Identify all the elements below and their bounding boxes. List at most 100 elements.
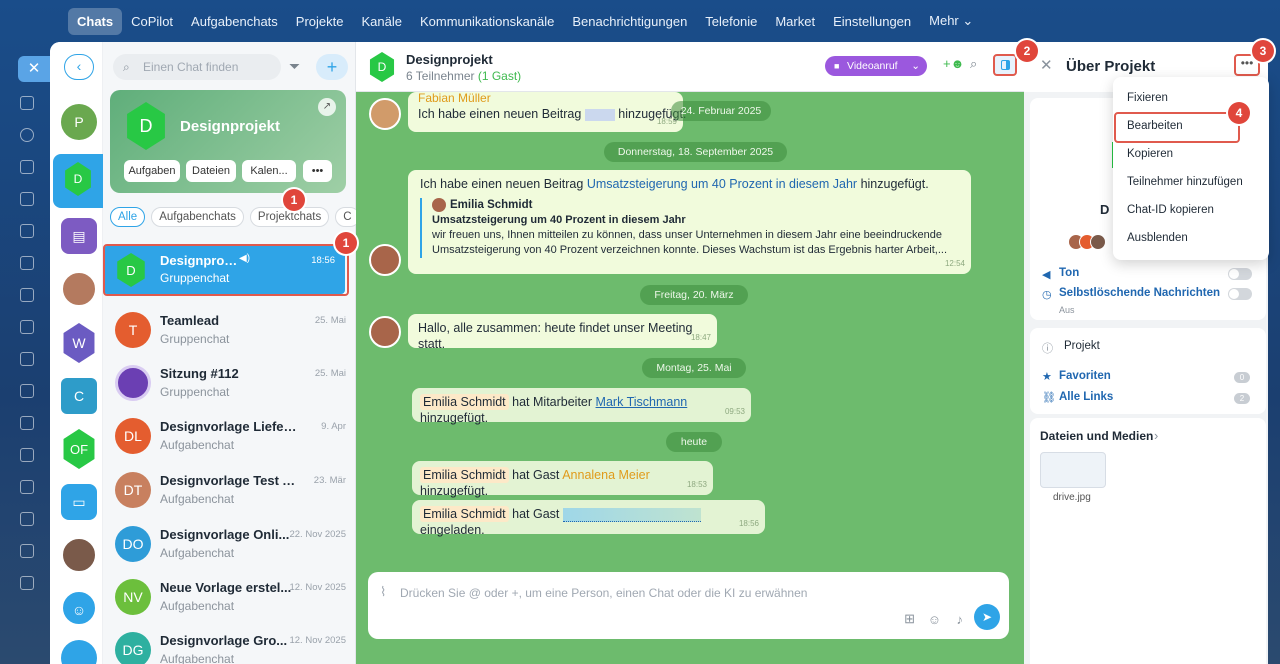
avatar-w[interactable]: W	[63, 323, 95, 363]
avatar-chat-bot[interactable]: ▭	[61, 484, 97, 520]
attach-icon[interactable]: ⌇	[380, 584, 386, 600]
tab-alle[interactable]: Alle	[110, 207, 146, 227]
avatar-designprojekt-selected[interactable]: D	[53, 154, 103, 208]
redacted-guest	[562, 507, 701, 522]
avatar-photo-woman-2[interactable]	[61, 537, 97, 573]
date-pill: heute	[666, 432, 722, 452]
card-button-aufgaben[interactable]: Aufgaben	[124, 160, 180, 182]
chat-row-designvorlage-test[interactable]: DT Designvorlage Test Auft... Aufgabench…	[103, 464, 356, 517]
nav-aufgabenchats[interactable]: Aufgabenchats	[182, 8, 287, 35]
message-input[interactable]: ⌇ Drücken Sie @ oder +, um eine Person, …	[368, 572, 1009, 639]
bell-icon[interactable]	[20, 96, 34, 110]
chat-icon[interactable]	[20, 192, 34, 206]
mention-emilia[interactable]: Emilia Schmidt	[420, 506, 509, 522]
nav-telefonie[interactable]: Telefonie	[696, 8, 766, 35]
send-button[interactable]: ➤	[974, 604, 1000, 630]
files-heading[interactable]: Dateien und Medien	[1040, 429, 1153, 443]
quote-body-1: wir freuen uns, Ihnen mitteilen zu könne…	[432, 229, 942, 242]
microphone-icon[interactable]: ♪	[957, 612, 964, 627]
cart-icon[interactable]	[20, 544, 34, 558]
header-title[interactable]: Designprojekt	[406, 52, 493, 67]
ton-toggle[interactable]	[1228, 268, 1252, 280]
selfdelete-toggle[interactable]	[1228, 288, 1252, 300]
card-button-kalender[interactable]: Kalen...	[242, 160, 296, 182]
avatar-c[interactable]: C	[61, 378, 97, 414]
menu-item-teilnehmer-hinzufuegen[interactable]: Teilnehmer hinzufügen	[1127, 176, 1243, 188]
mail-icon[interactable]	[20, 352, 34, 366]
nav-kanaele[interactable]: Kanäle	[352, 8, 410, 35]
close-icon[interactable]: ✕	[1040, 56, 1053, 74]
external-link-icon[interactable]: ↗	[318, 98, 336, 116]
card-button-dateien[interactable]: Dateien	[186, 160, 236, 182]
chat-row-teamlead[interactable]: T Teamlead Gruppenchat 25. Mai	[103, 304, 356, 357]
post-quote[interactable]: Emilia Schmidt Umsatzsteigerung um 40 Pr…	[420, 198, 960, 259]
chevron-down-icon[interactable]: ⌄	[911, 56, 920, 76]
participant-avatars[interactable]	[1068, 234, 1112, 250]
avatar-of[interactable]: OF	[63, 429, 95, 469]
nav-market[interactable]: Market	[766, 8, 824, 35]
new-chat-button[interactable]: +	[316, 54, 348, 80]
nav-kommunikationskanaele[interactable]: Kommunikationskanäle	[411, 8, 563, 35]
chat-date: 23. Mär	[313, 475, 346, 486]
card-button-more[interactable]: •••	[303, 160, 332, 182]
checklist-icon[interactable]	[20, 320, 34, 334]
chat-row-designvorlage-onli[interactable]: DO Designvorlage Onli... Aufgabenchat 22…	[103, 518, 356, 571]
apps-icon[interactable]: ⊞	[904, 611, 915, 627]
close-icon[interactable]: ✕	[18, 56, 50, 82]
menu-item-ausblenden[interactable]: Ausblenden	[1127, 232, 1188, 244]
nav-projekte[interactable]: Projekte	[287, 8, 353, 35]
inbox-icon[interactable]	[20, 480, 34, 494]
document-icon[interactable]	[20, 160, 34, 174]
box-icon[interactable]	[20, 512, 34, 526]
nav-chats[interactable]: Chats	[68, 7, 123, 35]
avatar-fabian	[369, 98, 401, 130]
avatar-book[interactable]: ▤	[61, 218, 97, 254]
chat-row-designvorlage-lieferung[interactable]: DL Designvorlage Lieferung ... Aufgabenc…	[103, 410, 356, 463]
settings-icon[interactable]	[20, 384, 34, 398]
calendar-icon[interactable]	[20, 224, 34, 238]
search-input[interactable]: ⌕ Einen Chat finden	[113, 54, 281, 80]
menu-item-fixieren[interactable]: Fixieren	[1127, 92, 1168, 104]
avatar-team[interactable]: ☺	[61, 590, 97, 626]
add-user-icon[interactable]: +☻	[943, 56, 964, 71]
mention-emilia[interactable]: Emilia Schmidt	[420, 467, 509, 483]
system-text: hat Gast	[512, 507, 560, 521]
all-links-link[interactable]: Alle Links	[1059, 391, 1113, 403]
nav-mehr[interactable]: Mehr ⌄	[920, 7, 982, 35]
chevron-right-icon[interactable]: ›	[1154, 428, 1158, 443]
chat-row-sitzung[interactable]: Sitzung #112 Gruppenchat 25. Mai	[103, 357, 356, 410]
chat-name: Teamlead	[160, 313, 220, 328]
favorites-link[interactable]: Favoriten	[1059, 370, 1111, 382]
filter-icon[interactable]: ⏷	[289, 58, 300, 75]
drive-icon[interactable]	[20, 256, 34, 270]
chat-row-neue-vorlage[interactable]: NV Neue Vorlage erstel... Aufgabenchat 1…	[103, 571, 356, 624]
mention-mark[interactable]: Mark Tischmann	[596, 395, 688, 409]
file-name[interactable]: drive.jpg	[1053, 492, 1091, 503]
avatar-more[interactable]	[61, 640, 97, 664]
pen-icon[interactable]	[20, 416, 34, 430]
mention-annalena[interactable]: Annalena Meier	[562, 468, 650, 482]
avatar-photo-woman[interactable]	[61, 271, 97, 307]
search-icon[interactable]: ⌕	[970, 56, 977, 72]
header-participants[interactable]: 6 Teilnehmer (1 Gast)	[406, 69, 521, 83]
tab-aufgabenchats[interactable]: Aufgabenchats	[151, 207, 244, 227]
nav-einstellungen[interactable]: Einstellungen	[824, 8, 920, 35]
chat-row-designvorlage-gro[interactable]: DG Designvorlage Gro... Aufgabenchat 12.…	[103, 624, 356, 664]
avatar-p[interactable]: P	[61, 104, 97, 140]
store-icon[interactable]	[20, 576, 34, 590]
emoji-icon[interactable]: ☺	[928, 612, 941, 627]
circle-icon[interactable]	[20, 128, 34, 142]
video-call-button[interactable]: ■ Videoanruf ⌄	[825, 56, 927, 76]
filter-icon[interactable]	[20, 448, 34, 462]
file-thumbnail[interactable]	[1040, 452, 1106, 488]
sidebar-toggle-button[interactable]	[993, 54, 1017, 76]
menu-item-kopieren[interactable]: Kopieren	[1127, 148, 1173, 160]
post-link[interactable]: Umsatzsteigerung um 40 Prozent in diesem…	[587, 177, 857, 191]
nav-benachrichtigungen[interactable]: Benachrichtigungen	[563, 8, 696, 35]
back-icon[interactable]: ‹	[64, 54, 94, 80]
mention-emilia[interactable]: Emilia Schmidt	[420, 394, 509, 410]
menu-item-chat-id-kopieren[interactable]: Chat-ID kopieren	[1127, 204, 1214, 216]
chat-filter-tabs: Alle Aufgabenchats Projektchats C	[110, 207, 360, 227]
nav-copilot[interactable]: CoPilot	[122, 8, 182, 35]
news-icon[interactable]	[20, 288, 34, 302]
